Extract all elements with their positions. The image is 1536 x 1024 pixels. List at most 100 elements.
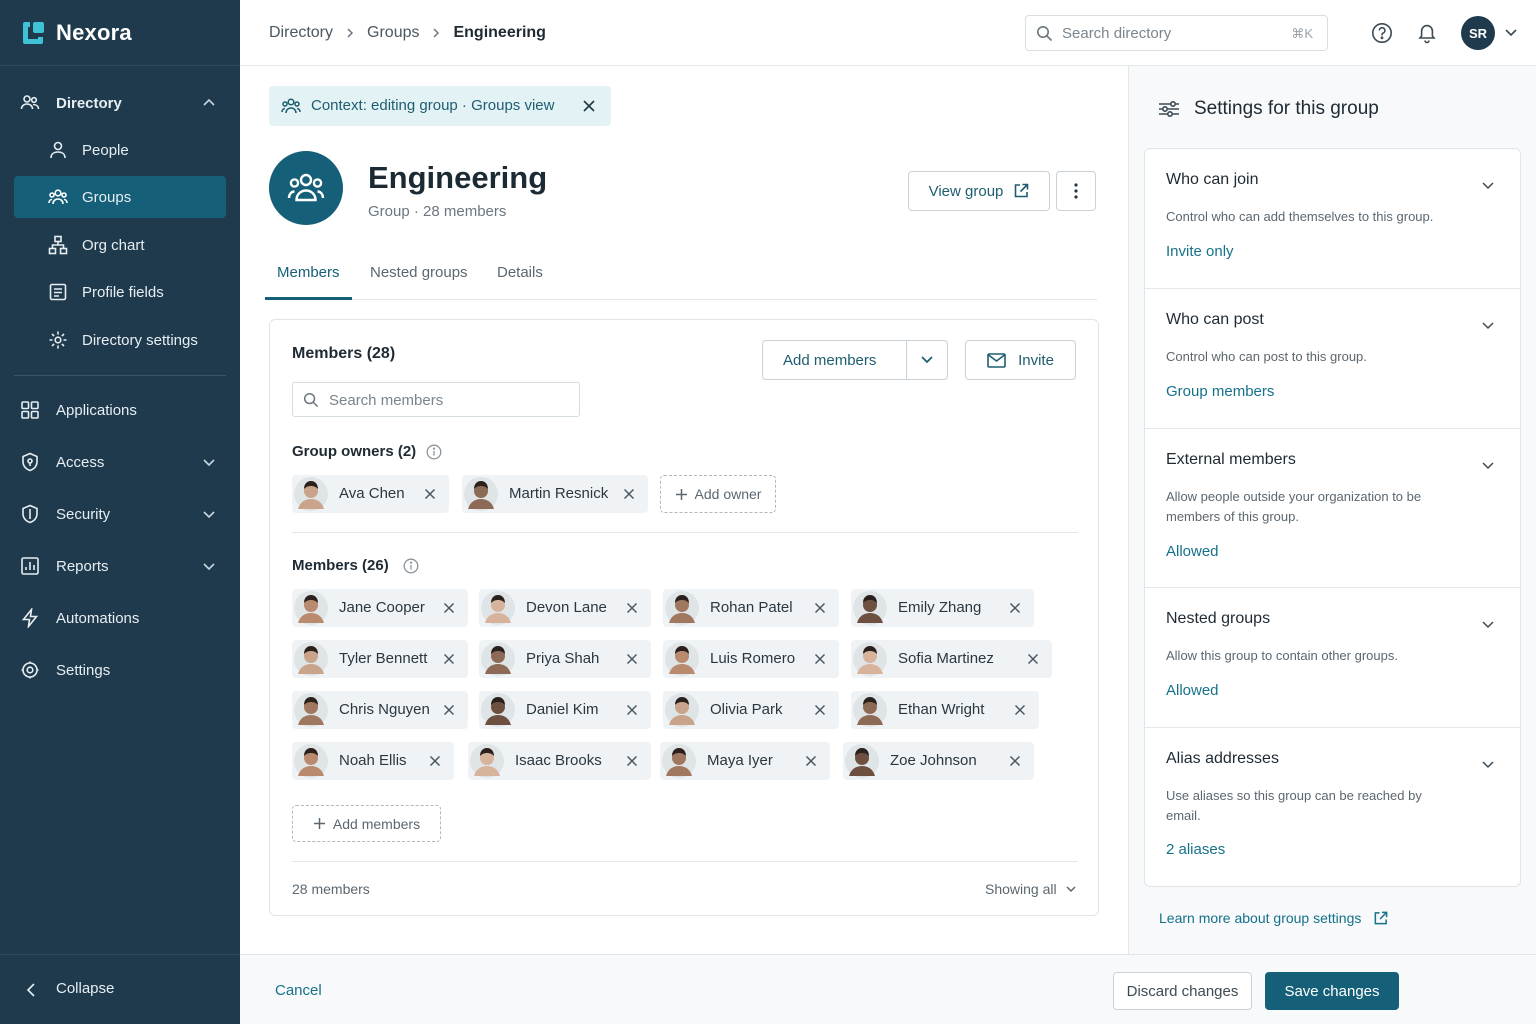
tab-details[interactable]: Details bbox=[497, 264, 543, 281]
showing-dropdown[interactable]: Showing all bbox=[985, 881, 1077, 897]
remove-icon[interactable] bbox=[813, 703, 827, 717]
remove-icon[interactable] bbox=[1008, 754, 1022, 768]
member-chip: Ethan Wright bbox=[851, 691, 1039, 729]
invite-button[interactable]: Invite bbox=[965, 340, 1076, 380]
setting-title: Who can join bbox=[1166, 171, 1259, 188]
sidebar-item-org-chart[interactable]: Org chart bbox=[14, 224, 226, 266]
chevron-down-icon[interactable] bbox=[1480, 756, 1496, 772]
setting-external-members[interactable]: External members Allow people outside you… bbox=[1145, 429, 1522, 588]
setting-value[interactable]: Allowed bbox=[1166, 682, 1219, 699]
help-icon[interactable] bbox=[1371, 22, 1393, 44]
chevron-down-icon[interactable] bbox=[1480, 616, 1496, 632]
chevron-down-icon[interactable] bbox=[920, 354, 934, 366]
breadcrumb-groups[interactable]: Groups bbox=[367, 24, 419, 42]
add-owner-button[interactable]: Add owner bbox=[660, 475, 776, 513]
remove-icon[interactable] bbox=[442, 601, 456, 615]
member-name: Ethan Wright bbox=[898, 701, 985, 718]
view-group-button[interactable]: View group bbox=[908, 171, 1050, 211]
gear-icon bbox=[48, 330, 68, 350]
remove-icon[interactable] bbox=[625, 652, 639, 666]
sidebar: Nexora Directory People Groups Org chart… bbox=[0, 0, 240, 1024]
main-content: Context: editing group · Groups view Eng… bbox=[240, 66, 1128, 954]
more-options-button[interactable] bbox=[1056, 171, 1096, 211]
sidebar-item-reports[interactable]: Reports bbox=[14, 545, 226, 587]
remove-icon[interactable] bbox=[428, 754, 442, 768]
member-name: Ava Chen bbox=[339, 485, 405, 502]
member-chip: Luis Romero bbox=[663, 640, 839, 678]
plus-icon bbox=[675, 488, 688, 501]
search-input[interactable]: Search directory ⌘K bbox=[1025, 15, 1328, 51]
setting-value[interactable]: 2 aliases bbox=[1166, 841, 1225, 858]
remove-icon[interactable] bbox=[1013, 703, 1027, 717]
remove-icon[interactable] bbox=[625, 601, 639, 615]
bell-icon[interactable] bbox=[1417, 22, 1437, 44]
member-chip: Martin Resnick bbox=[462, 475, 648, 513]
setting-alias-addresses[interactable]: Alias addresses Use aliases so this group… bbox=[1145, 728, 1522, 886]
sidebar-item-applications[interactable]: Applications bbox=[14, 389, 226, 431]
avatar bbox=[665, 591, 699, 625]
info-icon[interactable] bbox=[426, 444, 442, 460]
remove-icon[interactable] bbox=[423, 487, 437, 501]
save-changes-button[interactable]: Save changes bbox=[1265, 972, 1399, 1010]
sidebar-item-directory[interactable]: Directory bbox=[14, 82, 226, 124]
sidebar-item-automations[interactable]: Automations bbox=[14, 597, 226, 639]
remove-icon[interactable] bbox=[625, 703, 639, 717]
chevron-down-icon[interactable] bbox=[1504, 27, 1518, 39]
chevron-down-icon[interactable] bbox=[1480, 177, 1496, 193]
chevron-down-icon[interactable] bbox=[1480, 317, 1496, 333]
remove-icon[interactable] bbox=[1026, 652, 1040, 666]
chevron-down-icon[interactable] bbox=[1480, 457, 1496, 473]
add-members-dashed-label: Add members bbox=[332, 815, 421, 832]
remove-icon[interactable] bbox=[622, 487, 636, 501]
members-label: Members (26) bbox=[292, 557, 419, 574]
sidebar-item-label: Applications bbox=[56, 401, 137, 419]
setting-who-can-post[interactable]: Who can post Control who can post to this… bbox=[1145, 289, 1522, 429]
setting-value[interactable]: Invite only bbox=[1166, 243, 1234, 260]
setting-description: Allow people outside your organization t… bbox=[1166, 489, 1422, 524]
sidebar-item-directory-settings[interactable]: Directory settings bbox=[14, 319, 226, 361]
add-members-dashed-button[interactable]: Add members bbox=[292, 805, 441, 842]
action-footer: Cancel Discard changes Save changes bbox=[240, 954, 1536, 1024]
gear-icon bbox=[20, 660, 40, 680]
setting-value[interactable]: Group members bbox=[1166, 383, 1274, 400]
setting-value[interactable]: Allowed bbox=[1166, 543, 1219, 560]
remove-icon[interactable] bbox=[813, 652, 827, 666]
mail-icon bbox=[987, 352, 1006, 368]
tab-members[interactable]: Members bbox=[277, 264, 340, 281]
sidebar-item-security[interactable]: Security bbox=[14, 493, 226, 535]
remove-icon[interactable] bbox=[625, 754, 639, 768]
sidebar-item-groups[interactable]: Groups bbox=[14, 176, 226, 218]
collapse-button[interactable]: Collapse bbox=[0, 954, 240, 1024]
remove-icon[interactable] bbox=[804, 754, 818, 768]
cancel-button[interactable]: Cancel bbox=[275, 982, 322, 999]
tab-bar: Members Nested groups Details bbox=[265, 256, 1097, 300]
search-icon bbox=[1036, 25, 1053, 42]
close-icon[interactable] bbox=[582, 99, 596, 113]
avatar bbox=[665, 693, 699, 727]
sidebar-item-settings[interactable]: Settings bbox=[14, 649, 226, 691]
user-avatar[interactable]: SR bbox=[1461, 16, 1495, 50]
add-members-button[interactable]: Add members bbox=[762, 340, 948, 380]
tab-nested-groups[interactable]: Nested groups bbox=[370, 264, 468, 281]
setting-who-can-join[interactable]: Who can join Control who can add themselv… bbox=[1145, 149, 1522, 289]
sliders-icon bbox=[1158, 100, 1180, 118]
search-placeholder: Search directory bbox=[1062, 25, 1172, 42]
remove-icon[interactable] bbox=[442, 703, 456, 717]
remove-icon[interactable] bbox=[442, 652, 456, 666]
sidebar-item-people[interactable]: People bbox=[14, 129, 226, 171]
avatar bbox=[294, 642, 328, 676]
remove-icon[interactable] bbox=[813, 601, 827, 615]
search-members-input[interactable]: Search members bbox=[292, 382, 580, 417]
learn-more-link[interactable]: Learn more about group settings bbox=[1159, 910, 1388, 926]
remove-icon[interactable] bbox=[1008, 601, 1022, 615]
member-count: 28 members bbox=[292, 881, 370, 897]
breadcrumb-directory[interactable]: Directory bbox=[269, 24, 333, 42]
logo[interactable]: Nexora bbox=[0, 0, 240, 66]
sidebar-item-access[interactable]: Access bbox=[14, 441, 226, 483]
access-icon bbox=[20, 452, 40, 472]
org-chart-icon bbox=[48, 235, 68, 255]
setting-nested-groups[interactable]: Nested groups Allow this group to contain… bbox=[1145, 588, 1522, 728]
discard-changes-button[interactable]: Discard changes bbox=[1113, 972, 1252, 1010]
info-icon[interactable] bbox=[403, 558, 419, 574]
sidebar-item-profile-fields[interactable]: Profile fields bbox=[14, 271, 226, 313]
